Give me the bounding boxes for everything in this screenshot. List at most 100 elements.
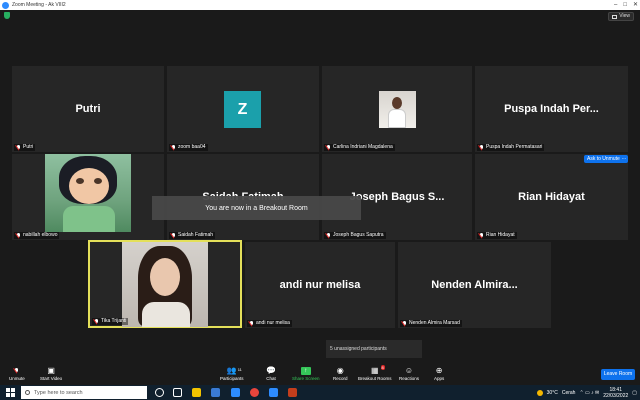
unassigned-participants-notice[interactable]: 5 unassigned participants [326, 340, 422, 358]
reactions-label: Reactions [399, 376, 420, 381]
chat-label: Chat [266, 376, 276, 381]
cortana-icon[interactable] [155, 388, 164, 397]
participant-label: Rian Hidayat [477, 232, 517, 239]
participant-tile-puspa[interactable]: Puspa Indah Per... Puspa Indah Permatasa… [475, 66, 628, 152]
muted-mic-icon [171, 232, 176, 239]
participants-button[interactable]: 👥 11 Participants [220, 366, 244, 381]
muted-mic-icon [326, 232, 331, 239]
view-button-label: View [619, 13, 630, 19]
participant-name: Nenden Almira Marsad [409, 320, 460, 326]
powerpoint-icon[interactable] [288, 388, 297, 397]
participant-name: zoom baa04 [178, 144, 206, 150]
task-view-icon[interactable] [173, 388, 182, 397]
windows-start-icon[interactable] [6, 388, 15, 397]
participant-label: zoom baa04 [169, 144, 208, 151]
weather-condition: Cerah [561, 389, 576, 396]
clock-date: 22/03/2022 [603, 392, 629, 399]
window-controls: – □ ✕ [614, 1, 638, 9]
avatar: Z [224, 91, 261, 128]
participant-label: Putri [14, 144, 36, 151]
muted-mic-icon [94, 318, 99, 325]
grid-view-icon [612, 14, 618, 19]
more-options-button[interactable]: ... [620, 155, 628, 163]
share-screen-button[interactable]: ↑ Share Screen [292, 366, 320, 381]
participant-display-name: Puspa Indah Per... [504, 103, 599, 115]
participant-display-name: Putri [75, 103, 101, 115]
participants-label: Participants [220, 376, 244, 381]
zoom-logo-icon [2, 1, 9, 9]
muted-mic-icon [171, 144, 176, 151]
mail-icon[interactable] [211, 388, 220, 397]
participant-name: Tika Trijanti [101, 318, 127, 324]
close-icon[interactable]: ✕ [633, 1, 638, 9]
encryption-shield-icon[interactable] [4, 12, 10, 19]
record-button[interactable]: ◉ Record [333, 366, 348, 381]
unmute-label: Unmute [9, 376, 25, 381]
participant-label: Carlina Indriani Magdalena [324, 144, 395, 151]
muted-mic-icon [402, 320, 407, 327]
zoom-taskbar-icon[interactable] [231, 388, 240, 397]
breakout-room-notice: You are now in a Breakout Room [152, 196, 361, 220]
chat-button[interactable]: 💬 Chat [266, 366, 276, 381]
weather-temperature: 30°C [546, 389, 558, 396]
title-bar: Zoom Meeting - Ak VIII2 – □ ✕ [0, 0, 640, 10]
taskbar-search-input[interactable]: Type here to search [21, 386, 147, 399]
ask-to-unmute-button[interactable]: Ask to Unmute [584, 155, 623, 163]
maximize-icon[interactable]: □ [623, 1, 627, 9]
profile-photo [45, 154, 131, 232]
participant-display-name: Rian Hidayat [518, 191, 585, 203]
participant-label: andi nur melisa [247, 320, 292, 327]
muted-mic-icon [16, 232, 21, 239]
record-label: Record [333, 376, 348, 381]
participant-name: Joseph Bagus Saputra [333, 232, 384, 238]
minimize-icon[interactable]: – [614, 1, 617, 9]
apps-label: Apps [434, 376, 445, 381]
taskbar-clock[interactable]: 18:41 22/03/2022 [603, 387, 628, 399]
window-title: Zoom Meeting - Ak VIII2 [12, 2, 66, 8]
participant-name: Puspa Indah Permatasari [486, 144, 543, 150]
unmute-button[interactable]: Unmute [9, 366, 25, 381]
share-screen-label: Share Screen [292, 376, 320, 381]
view-button[interactable]: View [608, 12, 634, 21]
participant-name: nabillah elbowo [23, 232, 58, 238]
breakout-rooms-icon: ▦ 8 [370, 365, 385, 375]
video-off-icon: ▣ [47, 366, 55, 375]
breakout-badge: 8 [380, 365, 385, 370]
breakout-rooms-button[interactable]: ▦ 8 Breakout Rooms [358, 365, 392, 381]
breakout-rooms-label: Breakout Rooms [358, 376, 392, 381]
participant-label: Nenden Almira Marsad [400, 320, 462, 327]
reactions-button[interactable]: ☺ Reactions [399, 366, 419, 381]
muted-mic-icon [479, 232, 484, 239]
participant-tile-andi[interactable]: andi nur melisa andi nur melisa [245, 242, 395, 328]
windows-taskbar: Type here to search 30°C Cerah ⌃ ▭ ♪ ✉ 1… [0, 385, 640, 400]
muted-mic-icon [249, 320, 254, 327]
participant-name: Rian Hidayat [486, 232, 515, 238]
zoom-app-icon[interactable] [269, 388, 278, 397]
participant-tile-putri[interactable]: Putri Putri [12, 66, 164, 152]
leave-room-button[interactable]: Leave Room [601, 369, 635, 380]
participants-count: 11 [237, 367, 242, 372]
participant-tile-nenden[interactable]: Nenden Almira... Nenden Almira Marsad [398, 242, 551, 328]
participant-name: Saidah Fatimah [178, 232, 214, 238]
tray-icons[interactable]: ⌃ ▭ ♪ ✉ [579, 390, 599, 396]
zoom-meeting-window: Zoom Meeting - Ak VIII2 – □ ✕ View Putri… [0, 0, 640, 400]
participant-display-name: Nenden Almira... [431, 279, 518, 291]
chrome-icon[interactable] [250, 388, 259, 397]
chat-icon: 💬 [266, 366, 276, 375]
participant-tile-rian[interactable]: Rian Hidayat Rian Hidayat [475, 154, 628, 240]
start-video-button[interactable]: ▣ Start Video [40, 366, 62, 381]
participants-icon: 👥 11 [226, 366, 242, 375]
apps-button[interactable]: ⊕ Apps [434, 366, 444, 381]
participant-name: Carlina Indriani Magdalena [333, 144, 393, 150]
record-icon: ◉ [336, 366, 344, 375]
participant-video [122, 242, 208, 327]
muted-mic-icon [16, 144, 21, 151]
participant-name: andi nur melisa [256, 320, 290, 326]
share-screen-icon: ↑ [300, 366, 311, 375]
participant-label: Saidah Fatimah [169, 232, 216, 239]
file-explorer-icon[interactable] [192, 388, 201, 397]
apps-icon: ⊕ [435, 366, 443, 375]
participant-label: nabillah elbowo [14, 232, 60, 239]
notification-icon[interactable]: ▢ [632, 390, 637, 396]
system-tray: 30°C Cerah ⌃ ▭ ♪ ✉ 18:41 22/03/2022 ▢ [536, 386, 637, 399]
